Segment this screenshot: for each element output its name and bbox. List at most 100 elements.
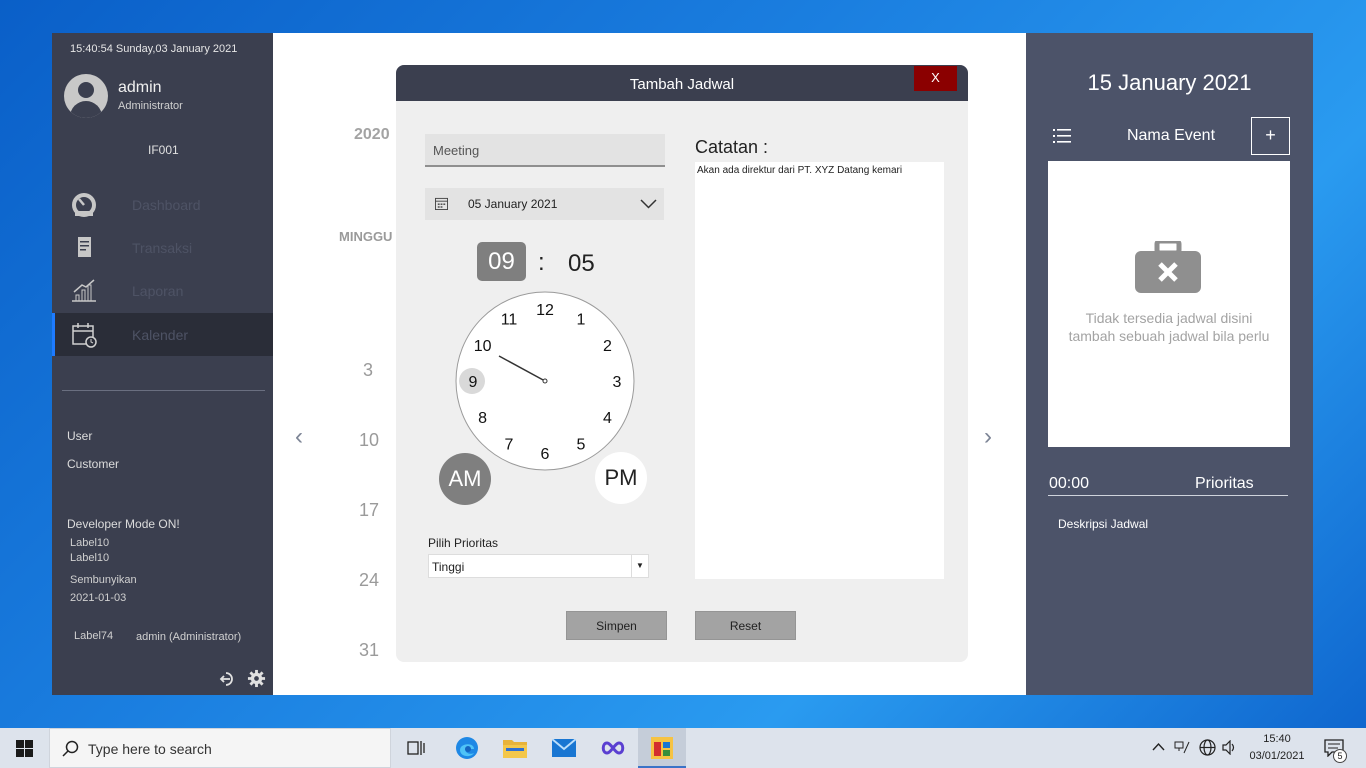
pm-toggle[interactable]: PM <box>595 452 647 504</box>
infinity-app-icon <box>601 741 625 755</box>
event-priority-header: Prioritas <box>1195 475 1254 492</box>
mail-icon <box>552 739 576 757</box>
clock-number[interactable]: 7 <box>505 436 514 453</box>
next-month-button[interactable]: › <box>984 423 992 451</box>
date-picker[interactable]: 05 January 2021 <box>425 188 664 220</box>
nav-item-dashboard[interactable]: Dashboard <box>52 183 273 226</box>
folder-icon <box>503 740 527 758</box>
nav-item-kalender[interactable]: Kalender <box>52 313 273 356</box>
task-view-icon <box>407 741 425 755</box>
label10-b: Label10 <box>70 552 110 564</box>
nav-item-transaksi[interactable]: Transaksi <box>52 226 273 269</box>
add-schedule-dialog: Tambah Jadwal X Meeting 05 January 2021 … <box>396 65 968 662</box>
gauge-icon <box>72 193 96 217</box>
globe-icon[interactable] <box>1199 739 1216 756</box>
app-window-icon <box>651 737 673 759</box>
logout-icon[interactable] <box>219 670 237 688</box>
calendar-day[interactable]: 31 <box>359 640 379 661</box>
clock-number[interactable]: 10 <box>474 338 492 355</box>
settings-gear-icon[interactable] <box>247 669 266 688</box>
empty-schedule-box: Tidak tersedia jadwal disini tambah sebu… <box>1048 161 1290 447</box>
account-label: admin (Administrator) <box>136 631 242 643</box>
clock-number[interactable]: 8 <box>478 410 487 427</box>
am-toggle[interactable]: AM <box>439 453 491 505</box>
event-name-input[interactable]: Meeting <box>425 134 665 167</box>
clock-number[interactable]: 9 <box>469 374 478 391</box>
add-event-button[interactable]: + <box>1251 117 1290 155</box>
empty-schedule-message: Tidak tersedia jadwal disini tambah sebu… <box>1068 310 1270 344</box>
hide-link[interactable]: Sembunyikan <box>70 574 137 586</box>
minute-selector[interactable]: 05 <box>568 250 595 278</box>
search-placeholder: Type here to search <box>88 741 212 757</box>
nav-label-dashboard: Dashboard <box>132 197 201 213</box>
save-button[interactable]: Simpen <box>566 611 667 640</box>
avatar <box>64 74 108 118</box>
taskbar-date: 03/01/2021 <box>1249 750 1305 762</box>
chart-growth-icon <box>72 279 96 302</box>
close-button[interactable]: X <box>914 66 957 91</box>
date-picker-value: 05 January 2021 <box>468 197 558 211</box>
chevron-down-icon <box>640 199 657 209</box>
taskbar: Type here to search 15:40 03/01/2021 5 <box>0 728 1366 768</box>
taskbar-mail[interactable] <box>540 728 588 768</box>
calendar-year: 2020 <box>354 126 390 143</box>
task-view-button[interactable] <box>392 728 440 768</box>
network-icon[interactable] <box>1174 740 1190 754</box>
user-code: IF001 <box>148 143 179 157</box>
user-name: admin <box>118 79 162 96</box>
clock-number[interactable]: 3 <box>613 374 622 391</box>
clock-number[interactable]: 5 <box>577 436 586 453</box>
nav-item-laporan[interactable]: Laporan <box>52 269 273 312</box>
edge-browser-icon <box>456 737 478 759</box>
clock-number[interactable]: 2 <box>603 338 612 355</box>
hour-selector[interactable]: 09 <box>477 242 526 281</box>
event-description: Deskripsi Jadwal <box>1058 517 1149 531</box>
nav-label-transaksi: Transaksi <box>132 240 193 256</box>
taskbar-app-infinity[interactable] <box>589 728 637 768</box>
taskbar-active-app[interactable] <box>638 728 686 768</box>
windows-start-icon[interactable] <box>16 740 33 757</box>
calendar-icon <box>435 197 448 210</box>
briefcase-x-icon <box>1135 241 1201 293</box>
sidebar-datetime: 15:40:54 Sunday,03 January 2021 <box>70 43 238 55</box>
priority-select[interactable]: Tinggi ▼ <box>428 554 649 578</box>
time-separator: : <box>538 249 545 276</box>
clock-number[interactable]: 6 <box>541 446 550 463</box>
label10-a: Label10 <box>70 537 110 549</box>
sidebar: 15:40:54 Sunday,03 January 2021 admin Ad… <box>52 33 273 695</box>
prev-month-button[interactable]: ‹ <box>295 423 303 451</box>
volume-icon[interactable] <box>1222 740 1238 755</box>
nav-label-laporan: Laporan <box>132 283 184 299</box>
event-divider <box>1048 495 1288 496</box>
calendar-day[interactable]: 24 <box>359 570 379 591</box>
notes-textarea[interactable]: Akan ada direktur dari PT. XYZ Datang ke… <box>695 162 944 579</box>
list-icon[interactable] <box>1053 128 1071 144</box>
chevron-up-icon[interactable] <box>1152 742 1165 752</box>
label74: Label74 <box>74 630 114 642</box>
priority-label: Pilih Prioritas <box>428 536 499 550</box>
clock-face[interactable]: 12 12 3 45 6 7 8 9 10 11 <box>455 291 635 471</box>
sidebar-divider <box>62 390 265 391</box>
calendar-clock-icon <box>72 323 97 348</box>
priority-select-value: Tinggi <box>432 560 465 574</box>
calendar-day[interactable]: 10 <box>359 430 379 451</box>
calendar-week-header: MINGGU <box>339 229 393 244</box>
dropdown-arrow-icon: ▼ <box>631 555 648 577</box>
taskbar-search[interactable]: Type here to search <box>49 728 391 768</box>
taskbar-clock[interactable]: 15:40 03/01/2021 <box>1240 731 1314 765</box>
notes-label: Catatan : <box>695 137 769 157</box>
taskbar-explorer[interactable] <box>491 728 539 768</box>
taskbar-edge[interactable] <box>443 728 491 768</box>
clock-number[interactable]: 12 <box>536 302 554 319</box>
sidebar-link-user[interactable]: User <box>67 429 92 443</box>
clock-number[interactable]: 1 <box>577 312 586 329</box>
clock-number[interactable]: 11 <box>501 312 518 329</box>
nav-label-kalender: Kalender <box>132 327 189 343</box>
sidebar-link-customer[interactable]: Customer <box>67 457 119 471</box>
reset-button[interactable]: Reset <box>695 611 796 640</box>
clock-number[interactable]: 4 <box>603 410 612 427</box>
search-icon <box>62 740 79 757</box>
user-role: Administrator <box>118 100 183 112</box>
calendar-day[interactable]: 17 <box>359 500 379 521</box>
calendar-day[interactable]: 3 <box>363 360 373 381</box>
